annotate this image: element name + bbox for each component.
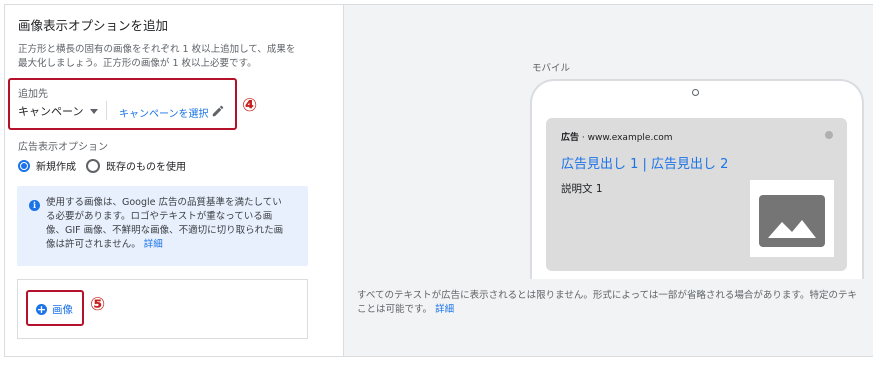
radio-unselected-icon [86, 158, 100, 173]
note-details-link[interactable]: 詳細 [435, 304, 454, 315]
ad-description: 説明文 1 [561, 183, 603, 195]
note-line: ことは可能です。 詳細 [357, 303, 873, 317]
page-title: 画像表示オプションを追加 [18, 18, 169, 33]
radio-new[interactable]: 新規作成 [18, 158, 76, 173]
ad-dot-icon [825, 131, 833, 139]
divider [106, 101, 107, 120]
radio-existing-label: 既存のものを使用 [106, 162, 186, 173]
description-line: 正方形と横長の固有の画像をそれぞれ 1 枚以上追加して、成果を [18, 44, 296, 55]
description: 正方形と横長の固有の画像をそれぞれ 1 枚以上追加して、成果を 最大化しましょう… [18, 43, 318, 71]
note-line: すべてのテキストが広告に表示されるとは限りません。形式によっては一部が省略される… [357, 290, 857, 301]
ad-headline: 広告見出し 1 | 広告見出し 2 [561, 157, 729, 172]
bottom-border [4, 356, 873, 357]
add-to-label: 追加先 [18, 89, 48, 100]
note-line2-text: ことは可能です。 [357, 304, 433, 315]
add-image-button[interactable]: + 画像 [36, 302, 73, 317]
ad-url: · www.example.com [581, 133, 673, 143]
mobile-label: モバイル [532, 63, 571, 74]
step-badge-5: ⑤ [90, 294, 106, 315]
pencil-icon[interactable] [211, 103, 225, 117]
ad-label: 広告 [561, 133, 580, 143]
info-line-last: 像は許可されません。 詳細 [46, 238, 304, 252]
ad-meta: 広告 · www.example.com [561, 130, 673, 143]
add-circle-icon: + [36, 303, 47, 316]
campaign-dropdown[interactable]: キャンペーン [18, 103, 99, 119]
info-line: 像、GIF 画像、不鮮明な画像、不適切に切り取られた画 [46, 225, 284, 236]
info-line: る必要があります。ロゴやテキストが重なっている画 [46, 211, 273, 222]
info-details-link[interactable]: 詳細 [144, 239, 163, 250]
add-image-label: 画像 [52, 304, 73, 316]
options-label: 広告表示オプション [18, 142, 108, 153]
radio-existing[interactable]: 既存のものを使用 [86, 158, 186, 173]
info-text: 使用する画像は、Google 広告の品質基準を満たしてい る必要があります。ロゴ… [46, 196, 304, 252]
info-line: 使用する画像は、Google 広告の品質基準を満たしてい [46, 197, 282, 208]
radio-new-label: 新規作成 [36, 162, 76, 173]
dropdown-arrow-icon [90, 108, 99, 114]
select-campaign-link[interactable]: キャンペーンを選択 [119, 105, 209, 120]
radio-selected-icon [18, 159, 30, 172]
info-icon: i [29, 200, 40, 211]
description-line: 最大化しましょう。正方形の画像が 1 枚以上必要です。 [18, 58, 257, 69]
campaign-dropdown-label: キャンペーン [18, 105, 84, 118]
image-placeholder-icon [759, 195, 825, 247]
step-badge-4: ④ [242, 95, 258, 116]
preview-note: すべてのテキストが広告に表示されるとは限りません。形式によっては一部が省略される… [357, 289, 873, 317]
info-last-text: 像は許可されません。 [46, 239, 141, 250]
camera-icon [692, 89, 699, 96]
ad-image [750, 180, 834, 257]
